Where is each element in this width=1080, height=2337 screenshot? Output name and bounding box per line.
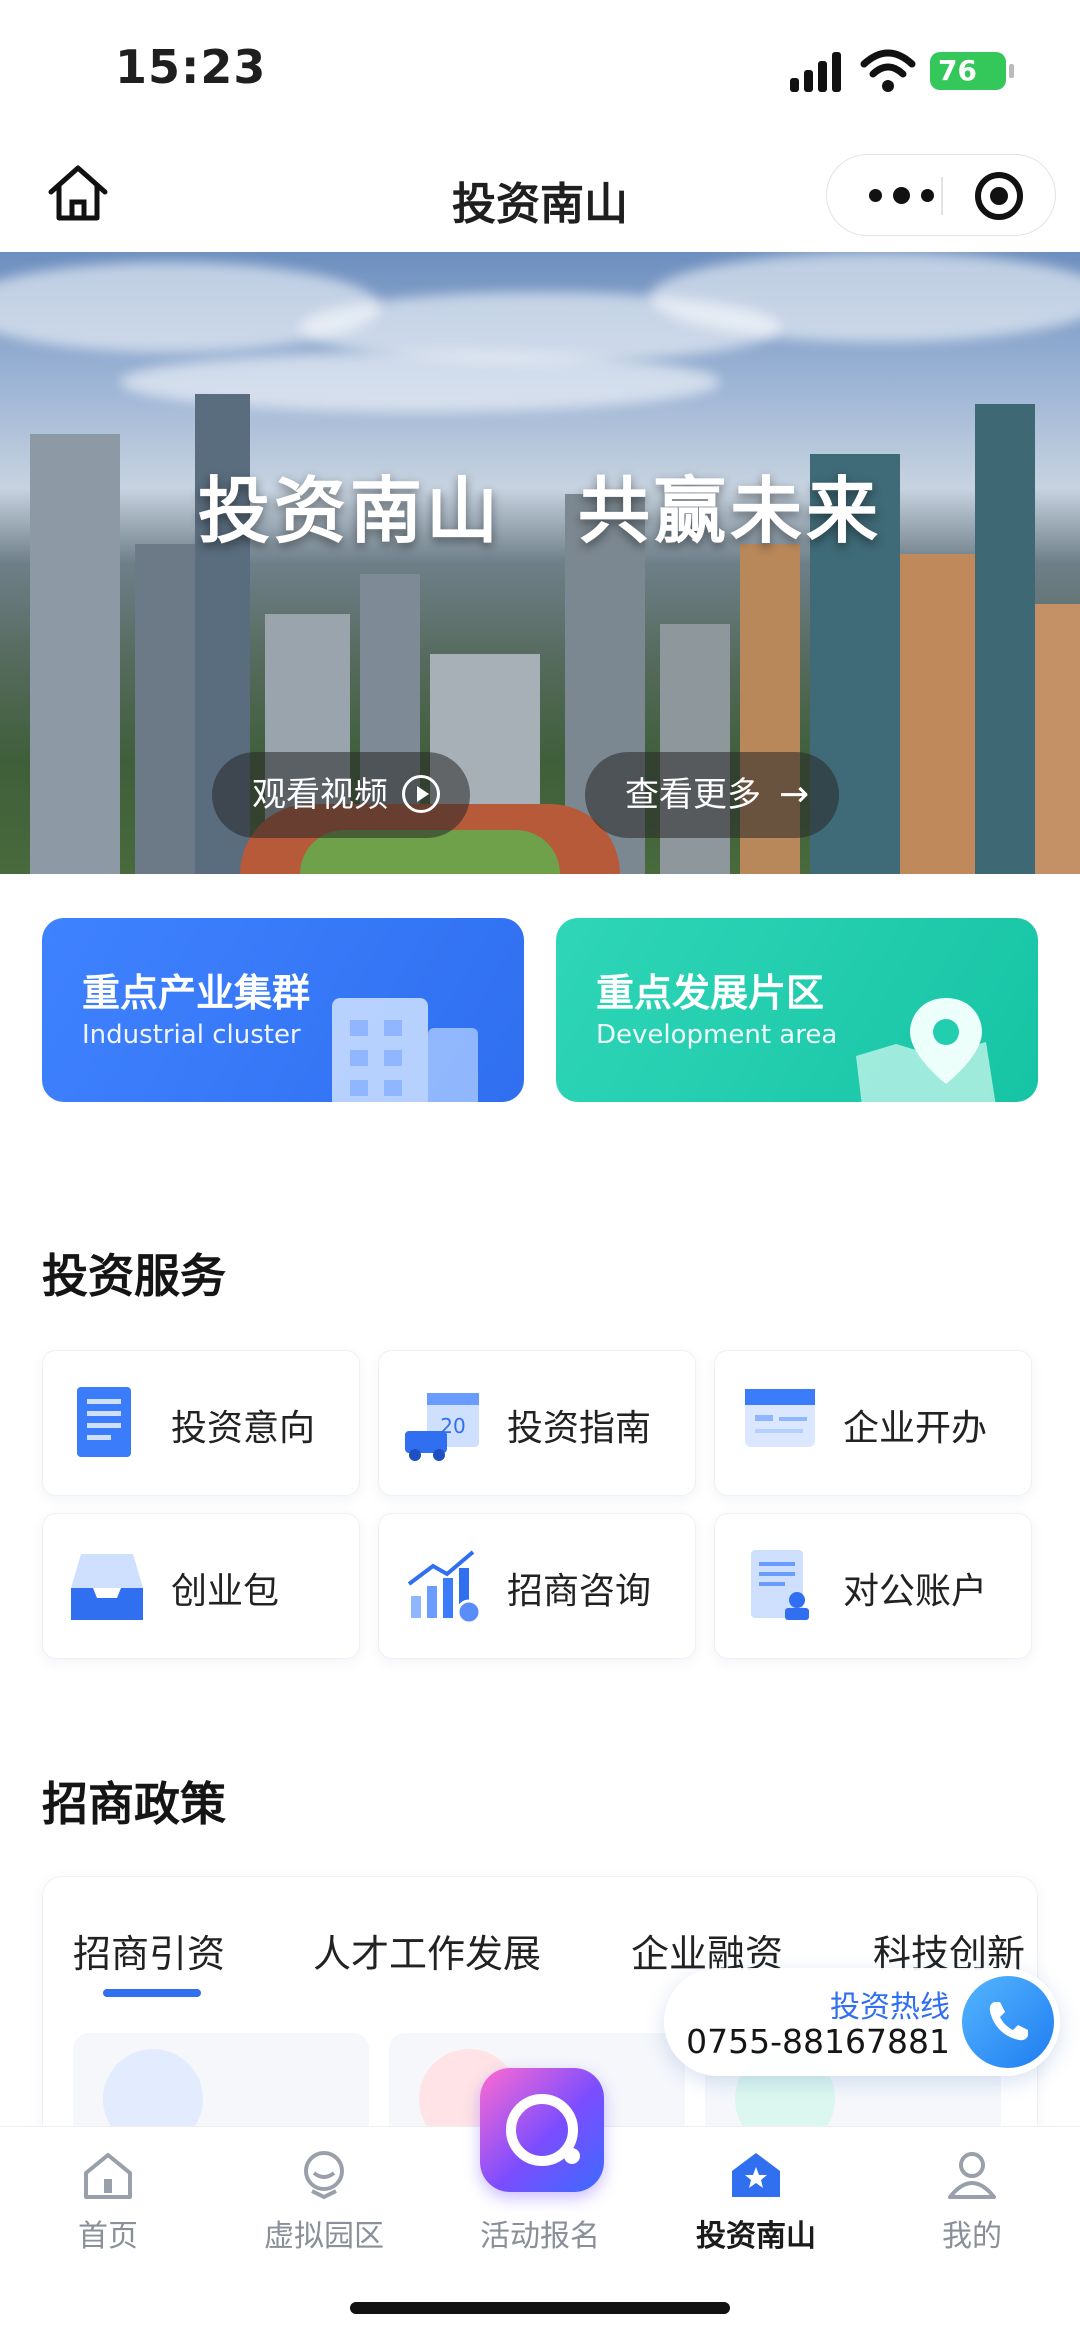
hotline-label: 投资热线 — [830, 1990, 950, 2025]
tab-label: 虚拟园区 — [264, 2219, 384, 2254]
banner-slogan: 投资南山 共赢未来 — [197, 469, 882, 553]
calendar-truck-icon: 20 — [405, 1393, 479, 1461]
see-more-label: 查看更多 — [625, 775, 761, 815]
building-icon — [332, 998, 478, 1102]
service-label: 招商咨询 — [507, 1571, 652, 1612]
policy-section-title: 招商政策 — [42, 1777, 226, 1831]
document-icon — [77, 1387, 131, 1457]
close-target-icon[interactable] — [975, 172, 1023, 220]
service-label: 创业包 — [171, 1571, 280, 1612]
service-corporate-account[interactable]: 对公账户 — [714, 1513, 1032, 1659]
service-label: 企业开办 — [843, 1408, 988, 1449]
watch-video-label: 观看视频 — [252, 775, 388, 815]
nav-bar: 投资南山 — [0, 140, 1080, 252]
tab-label: 首页 — [78, 2219, 138, 2254]
service-label: 对公账户 — [843, 1571, 988, 1612]
battery-icon: 76 — [930, 52, 1014, 90]
tab-invest-nanshan[interactable]: 投资南山 — [648, 2149, 864, 2269]
active-tab-indicator — [103, 1989, 201, 1997]
industrial-cluster-card[interactable]: 重点产业集群 Industrial cluster — [42, 918, 524, 1102]
tab-virtual-park[interactable]: 虚拟园区 — [216, 2149, 432, 2269]
see-more-button[interactable]: 查看更多 → — [585, 752, 840, 838]
tab-label: 我的 — [942, 2219, 1002, 2254]
inbox-icon — [71, 1554, 143, 1620]
tab-home[interactable]: 首页 — [0, 2149, 216, 2269]
tab-label: 活动报名 — [480, 2219, 600, 2254]
building-shape — [1035, 604, 1080, 874]
card-icon — [745, 1389, 815, 1447]
feature-title: 重点发展片区 — [596, 971, 825, 1015]
play-icon — [402, 774, 440, 813]
service-startup-pack[interactable]: 创业包 — [42, 1513, 360, 1659]
tab-investment-attraction[interactable]: 招商引资 — [73, 1923, 225, 1978]
home-icon — [84, 2153, 132, 2199]
feature-subtitle: Industrial cluster — [82, 1020, 301, 1050]
development-area-card[interactable]: 重点发展片区 Development area — [556, 918, 1038, 1102]
more-icon[interactable] — [857, 155, 947, 235]
avatar-icon — [304, 2151, 344, 2200]
profile-icon — [948, 2152, 996, 2199]
signal-icon — [790, 52, 846, 92]
service-business-setup[interactable]: 企业开办 — [714, 1350, 1032, 1496]
hero-banner[interactable]: 投资南山 共赢未来 观看视频 查看更多 → — [0, 252, 1080, 874]
building-shape — [900, 554, 975, 874]
phone-icon[interactable] — [962, 1976, 1054, 2068]
home-indicator — [350, 2302, 730, 2314]
tab-label: 投资南山 — [696, 2219, 816, 2254]
investment-hotline[interactable]: 投资热线 0755-88167881 — [664, 1968, 1060, 2076]
tab-talent-development[interactable]: 人才工作发展 — [313, 1923, 541, 1978]
account-doc-icon — [751, 1550, 809, 1620]
watch-video-button[interactable]: 观看视频 — [212, 752, 470, 838]
service-label: 投资意向 — [171, 1408, 316, 1449]
hotline-number: 0755-88167881 — [686, 2022, 950, 2061]
activity-dot — [564, 2148, 580, 2164]
arrow-right-icon: → — [779, 774, 810, 815]
growth-chart-icon — [407, 1550, 482, 1625]
feature-title: 重点产业集群 — [82, 971, 311, 1015]
service-investment-intent[interactable]: 投资意向 — [42, 1350, 360, 1496]
status-bar: 15:23 76 — [0, 0, 1080, 140]
battery-level: 76 — [938, 54, 977, 87]
mini-program-capsule — [826, 154, 1056, 236]
service-investment-consult[interactable]: 招商咨询 — [378, 1513, 696, 1659]
activity-icon[interactable] — [480, 2068, 604, 2192]
service-investment-guide[interactable]: 20 投资指南 — [378, 1350, 696, 1496]
status-time: 15:23 — [115, 40, 267, 94]
investment-icon — [732, 2153, 780, 2197]
tab-mine[interactable]: 我的 — [864, 2149, 1080, 2269]
wifi-icon — [860, 49, 916, 92]
feature-subtitle: Development area — [596, 1020, 838, 1050]
capsule-divider — [941, 177, 943, 215]
services-section-title: 投资服务 — [42, 1249, 226, 1303]
map-pin-icon — [856, 998, 996, 1102]
service-label: 投资指南 — [507, 1408, 652, 1449]
